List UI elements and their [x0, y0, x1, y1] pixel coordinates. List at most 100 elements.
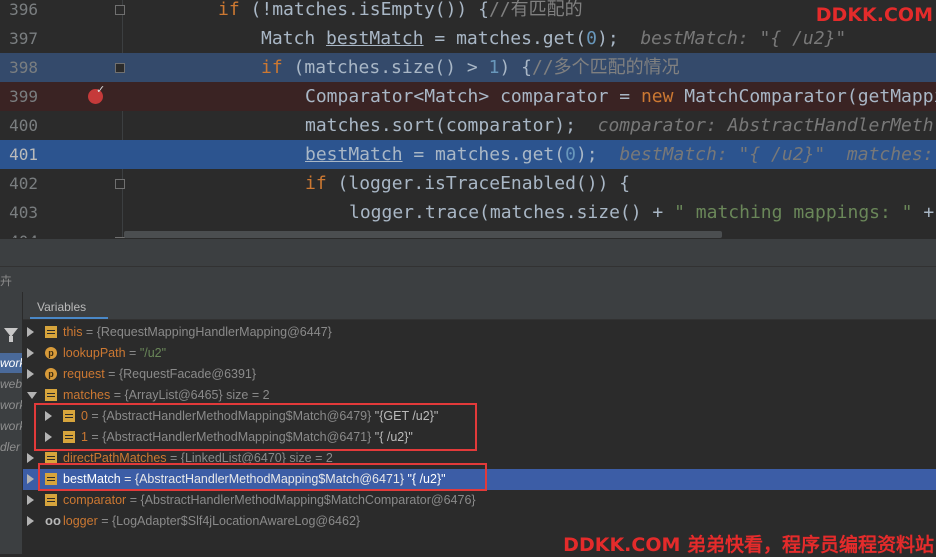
frame-item[interactable]: web — [0, 374, 22, 394]
frame-item[interactable]: dler — [0, 437, 22, 457]
code-line[interactable]: 396 if (!matches.isEmpty()) {//有匹配的 — [0, 0, 936, 24]
code-token: = matches.get( — [423, 28, 587, 49]
code-token: (matches.size() > — [282, 57, 489, 78]
collapsed-arrow-icon[interactable] — [27, 495, 34, 505]
code-token: (logger.isTraceEnabled()) { — [326, 173, 631, 194]
watermark-bottom: DDKK.COM 弟弟快看，程序员编程资料站 — [563, 534, 934, 556]
line-number: 400 — [9, 116, 38, 135]
parameter-icon: p — [45, 347, 57, 359]
variable-value: = {LogAdapter$Slf4jLocationAwareLog@6462… — [97, 514, 361, 528]
code-line[interactable]: 398 if (matches.size() > 1) {//多个匹配的情况 — [0, 53, 936, 82]
code-line[interactable]: 402 if (logger.isTraceEnabled()) { — [0, 169, 936, 198]
code-token: new — [640, 86, 674, 107]
code-token: ) { — [499, 57, 532, 78]
debug-tab-strip: 卉 — [0, 266, 936, 293]
variable-name: comparator = {AbstractHandlerMethodMappi… — [63, 493, 476, 507]
variable-value: = {ArrayList@6465} size = 2 — [110, 388, 270, 402]
code-text: Match bestMatch = matches.get(0); bestMa… — [261, 24, 846, 53]
debug-toolbar — [0, 238, 936, 267]
fold-marker-icon[interactable] — [115, 179, 125, 189]
variable-name: logger = {LogAdapter$Slf4jLocationAwareL… — [63, 514, 361, 528]
collapsed-arrow-icon[interactable] — [27, 369, 34, 379]
code-text: if (matches.size() > 1) {//多个匹配的情况 — [261, 53, 680, 82]
variable-value: = — [125, 346, 140, 360]
variable-name: request = {RequestFacade@6391} — [63, 367, 257, 381]
code-token: bestMatch — [305, 144, 403, 165]
code-token: ); — [575, 144, 598, 165]
line-number: 402 — [9, 174, 38, 193]
field-icon — [45, 326, 57, 338]
variable-row[interactable]: oo logger = {LogAdapter$Slf4jLocationAwar… — [23, 511, 936, 532]
code-token: if — [218, 0, 240, 20]
expanded-arrow-icon[interactable] — [27, 392, 37, 399]
variable-value: = {RequestFacade@6391} — [104, 367, 257, 381]
variable-row[interactable]: p request = {RequestFacade@6391} — [23, 364, 936, 385]
frames-panel: workwebworkwork.dler — [0, 292, 23, 554]
parameter-icon: p — [45, 368, 57, 380]
code-token: Match — [261, 28, 327, 49]
code-line[interactable]: 399 ✓ Comparator<Match> comparator = new M… — [0, 82, 936, 111]
watch-icon: oo — [45, 513, 61, 528]
code-token: = matches.get( — [402, 144, 566, 165]
highlight-box-bestmatch — [38, 463, 487, 491]
tab-variables[interactable]: Variables — [37, 300, 86, 314]
code-token: MatchComparator(getMappi — [673, 86, 936, 107]
variable-row[interactable]: this = {RequestMappingHandlerMapping@644… — [23, 322, 936, 343]
code-token: 0 — [565, 144, 576, 165]
code-token: matches.sort(comparator); — [305, 115, 576, 136]
line-number: 398 — [9, 58, 38, 77]
code-token: //多个匹配的情况 — [531, 57, 680, 78]
variables-tab-bar: Variables — [23, 292, 936, 320]
code-token: bestMatch: "{ /u2}" — [618, 28, 847, 49]
code-token: comparator: AbstractHandlerMeth — [575, 115, 934, 136]
breakpoint-check-icon: ✓ — [96, 83, 106, 96]
variable-row[interactable]: comparator = {AbstractHandlerMethodMappi… — [23, 490, 936, 511]
collapsed-arrow-icon[interactable] — [27, 516, 34, 526]
line-number: 399 — [9, 87, 38, 106]
collapsed-arrow-icon[interactable] — [27, 474, 34, 484]
tab-variables-underline — [30, 317, 108, 319]
code-text: bestMatch = matches.get(0); bestMatch: "… — [305, 140, 934, 169]
variable-value: = {RequestMappingHandlerMapping@6447} — [82, 325, 332, 339]
watermark-top: DDKK.COM — [815, 4, 933, 26]
code-token: if — [261, 57, 283, 78]
code-line[interactable]: 397 Match bestMatch = matches.get(0); bes… — [0, 24, 936, 53]
frame-item[interactable]: work. — [0, 416, 22, 436]
code-token: " matching mappings: " — [674, 202, 913, 223]
line-number: 397 — [9, 29, 38, 48]
code-line[interactable]: 401 bestMatch = matches.get(0); bestMatch… — [0, 140, 936, 169]
code-token: 0 — [586, 28, 597, 49]
code-token: (!matches.isEmpty()) { — [239, 0, 489, 20]
field-icon — [45, 389, 57, 401]
filter-icon-stem — [9, 336, 13, 342]
variable-value: = {AbstractHandlerMethodMapping$MatchCom… — [126, 493, 476, 507]
code-text: logger.trace(matches.size() + " matching… — [349, 198, 934, 227]
code-token: Comparator<Match> comparator = — [305, 86, 641, 107]
variable-string-value: "/u2" — [139, 346, 167, 360]
frame-item[interactable]: work — [0, 353, 22, 373]
frame-item[interactable]: work — [0, 395, 22, 415]
code-token: logger.trace(matches.size() + — [349, 202, 675, 223]
line-number: 403 — [9, 203, 38, 222]
code-editor[interactable]: 396 if (!matches.isEmpty()) {//有匹配的 397 Mat… — [0, 0, 936, 238]
code-text: Comparator<Match> comparator = new Match… — [305, 82, 936, 111]
code-line[interactable]: 400 matches.sort(comparator); comparator:… — [0, 111, 936, 140]
line-number: 404 — [0, 227, 38, 238]
code-token: //有匹配的 — [488, 0, 583, 20]
code-token: if — [305, 173, 327, 194]
fold-marker-icon[interactable] — [115, 5, 125, 15]
code-token: ); — [596, 28, 619, 49]
editor-horizontal-scrollbar[interactable] — [124, 231, 722, 238]
highlight-box-matches — [34, 403, 477, 451]
line-number: 401 — [9, 145, 38, 164]
collapsed-arrow-icon[interactable] — [27, 348, 34, 358]
code-line[interactable]: 403 logger.trace(matches.size() + " match… — [0, 198, 936, 227]
code-token: bestMatch — [326, 28, 424, 49]
fold-marker-icon[interactable] — [115, 63, 125, 73]
collapsed-arrow-icon[interactable] — [27, 453, 34, 463]
collapsed-arrow-icon[interactable] — [27, 327, 34, 337]
variable-row[interactable]: p lookupPath = "/u2" — [23, 343, 936, 364]
variable-name: lookupPath = "/u2" — [63, 346, 167, 360]
variable-name: this = {RequestMappingHandlerMapping@644… — [63, 325, 332, 339]
code-token: bestMatch: "{ /u2}" matches: — [597, 144, 934, 165]
